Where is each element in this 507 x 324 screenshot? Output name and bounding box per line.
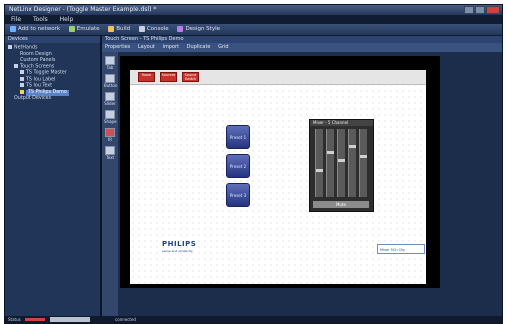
slider-icon	[105, 92, 115, 101]
add-to-network-button[interactable]: Add to network	[8, 24, 62, 35]
status-label: Status	[8, 317, 21, 322]
property-box[interactable]: Mixer 5Ch Cfg	[377, 244, 425, 254]
palette-shape[interactable]: Shape	[104, 110, 117, 124]
minimize-button[interactable]	[464, 6, 474, 14]
fader-knob[interactable]	[349, 145, 356, 148]
layout-button[interactable]: Layout	[138, 44, 155, 50]
fader-4[interactable]	[348, 129, 356, 197]
status-indicator	[25, 318, 45, 321]
philips-logo: PHILIPS	[162, 240, 197, 248]
main-toolbar: Add to network Emulate Build Console Des…	[5, 24, 502, 36]
play-icon	[68, 25, 75, 32]
palette-slider[interactable]: Slider	[104, 92, 116, 106]
devices-header: Devices	[5, 36, 100, 43]
menu-help[interactable]: Help	[60, 16, 74, 23]
text-icon	[105, 146, 115, 155]
fader-5[interactable]	[359, 129, 367, 197]
menu-bar: File Tools Help	[5, 15, 502, 24]
mixer-panel: Mixer - 5 Channel Mute	[309, 119, 374, 212]
source-switch-tab[interactable]: Source Switch	[182, 72, 199, 82]
menu-tools[interactable]: Tools	[33, 16, 48, 23]
mixer-title: Mixer - 5 Channel	[310, 120, 373, 126]
fader-knob[interactable]	[360, 155, 367, 158]
screen-icon	[20, 83, 24, 87]
panel-tab-bar: Room Sources Source Switch	[130, 70, 426, 85]
screen-icon	[20, 70, 24, 74]
console-icon	[138, 25, 145, 32]
status-bar: Status connected	[5, 316, 502, 323]
app-window: NetLinx Designer - (Toggle Master Exampl…	[4, 4, 503, 324]
workspace-toolbar: Properties Layout Import Duplicate Grid	[102, 43, 502, 52]
emulate-button[interactable]: Emulate	[67, 24, 102, 35]
brand-slogan: sense and simplicity	[162, 249, 193, 253]
build-button[interactable]: Build	[106, 24, 132, 35]
screen-icon	[20, 89, 24, 94]
palette-ir[interactable]: IR	[104, 128, 116, 142]
duplicate-button[interactable]: Duplicate	[187, 44, 211, 50]
fader-2[interactable]	[326, 129, 334, 197]
preset-3-button[interactable]: Preset 3	[226, 183, 250, 207]
import-button[interactable]: Import	[162, 44, 179, 50]
plus-icon	[10, 25, 16, 32]
design-workspace: Touch Screen - TS Philips Demo Propertie…	[102, 36, 502, 317]
title-bar[interactable]: NetLinx Designer - (Toggle Master Exampl…	[5, 5, 502, 15]
folder-icon	[14, 63, 18, 68]
preset-1-button[interactable]: Preset 1	[226, 125, 250, 149]
workspace-header: Touch Screen - TS Philips Demo	[102, 36, 502, 43]
devices-panel: Devices NetHands Room Design Custom Pane…	[5, 36, 102, 317]
palette-tab[interactable]: Tab	[104, 56, 116, 70]
console-button[interactable]: Console	[137, 24, 171, 35]
palette-button[interactable]: Button	[104, 74, 117, 88]
folder-icon	[8, 45, 12, 49]
screen-icon	[20, 76, 24, 81]
fader-1[interactable]	[315, 129, 323, 197]
sources-tab[interactable]: Sources	[160, 72, 177, 82]
fader-knob[interactable]	[327, 151, 334, 154]
close-button[interactable]	[486, 6, 500, 14]
palette-icon	[177, 25, 184, 32]
mute-button[interactable]: Mute	[313, 201, 369, 208]
hammer-icon	[108, 25, 115, 32]
ir-icon	[105, 128, 115, 137]
tree-item-output-devices[interactable]: Output Devices	[8, 96, 100, 102]
preset-2-button[interactable]: Preset 2	[226, 154, 250, 178]
properties-button[interactable]: Properties	[105, 44, 130, 50]
fader-knob[interactable]	[338, 159, 345, 162]
tab-icon	[105, 56, 115, 65]
status-field	[50, 317, 90, 322]
design-style-button[interactable]: Design Style	[175, 24, 222, 35]
window-title: NetLinx Designer - (Toggle Master Exampl…	[9, 6, 157, 13]
palette-text[interactable]: Text	[104, 146, 116, 160]
device-tree: NetHands Room Design Custom Panels Touch…	[5, 43, 100, 102]
shape-icon	[105, 110, 115, 119]
fader-knob[interactable]	[316, 169, 323, 172]
room-tab[interactable]: Room	[138, 72, 155, 82]
grid-button[interactable]: Grid	[218, 44, 229, 50]
menu-file[interactable]: File	[11, 16, 21, 23]
connection-status: connected	[115, 317, 136, 322]
button-icon	[105, 74, 115, 83]
maximize-button[interactable]	[475, 6, 485, 14]
component-palette: Tab Button Slider Shape IR Text	[102, 52, 118, 317]
fader-3[interactable]	[337, 129, 345, 197]
